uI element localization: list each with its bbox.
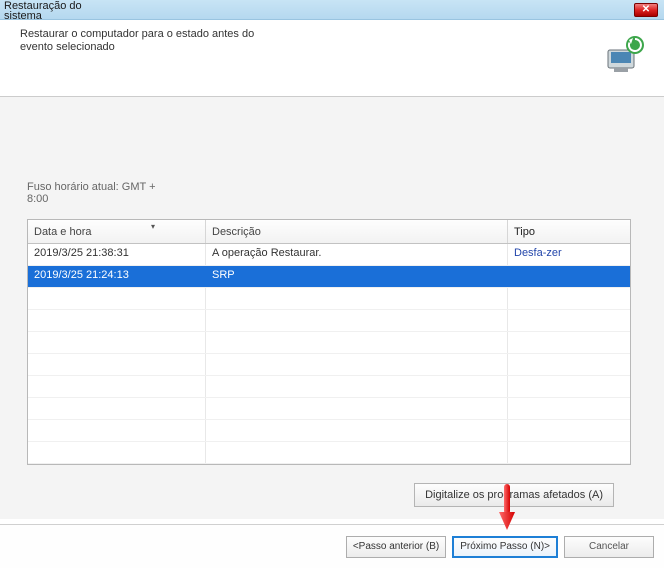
content-area: Fuso horário atual: GMT + 8:00 Data e ho… [0,97,664,519]
col-description-label: Descrição [212,226,261,238]
restore-points-table: Data e hora ▾ Descrição Tipo 2019/3/25 2… [27,219,631,465]
cell-datetime: 2019/3/25 21:24:13 [28,266,206,287]
table-row[interactable] [28,332,630,354]
cell-type [508,266,630,287]
table-row[interactable]: 2019/3/25 21:38:31 A operação Restaurar.… [28,244,630,266]
table-row[interactable] [28,310,630,332]
header-panel: Restaurar o computador para o estado ant… [0,20,664,97]
col-datetime[interactable]: Data e hora ▾ [28,220,206,243]
titlebar: Restauração do sistema ✕ [0,0,664,20]
restore-icon [602,32,646,76]
sort-desc-icon: ▾ [151,222,155,231]
footer-bar: <Passo anterior (B) Próximo Passo (N)> C… [0,524,664,568]
next-step-button[interactable]: Próximo Passo (N)> [452,536,558,558]
cell-type: Desfa-zer [508,244,630,265]
table-row[interactable] [28,288,630,310]
table-row[interactable] [28,420,630,442]
cell-description: SRP [206,266,508,287]
table-row[interactable] [28,398,630,420]
table-row[interactable] [28,376,630,398]
window-title: Restauração do sistema [4,0,82,21]
table-body: 2019/3/25 21:38:31 A operação Restaurar.… [28,244,630,464]
table-row[interactable] [28,354,630,376]
scan-programs-button[interactable]: Digitalize os programas afetados (A) [414,483,614,507]
timezone-label: Fuso horário atual: GMT + 8:00 [27,181,167,205]
cell-description: A operação Restaurar. [206,244,508,265]
close-icon[interactable]: ✕ [634,3,658,17]
table-row[interactable]: 2019/3/25 21:24:13 SRP [28,266,630,288]
table-header: Data e hora ▾ Descrição Tipo [28,220,630,244]
col-datetime-label: Data e hora [34,226,91,238]
header-subtitle: Restaurar o computador para o estado ant… [20,28,280,90]
prev-step-button[interactable]: <Passo anterior (B) [346,536,446,558]
col-type[interactable]: Tipo [508,220,630,243]
col-description[interactable]: Descrição [206,220,508,243]
table-row[interactable] [28,442,630,464]
col-type-label: Tipo [514,226,535,238]
cancel-button[interactable]: Cancelar [564,536,654,558]
cell-datetime: 2019/3/25 21:38:31 [28,244,206,265]
